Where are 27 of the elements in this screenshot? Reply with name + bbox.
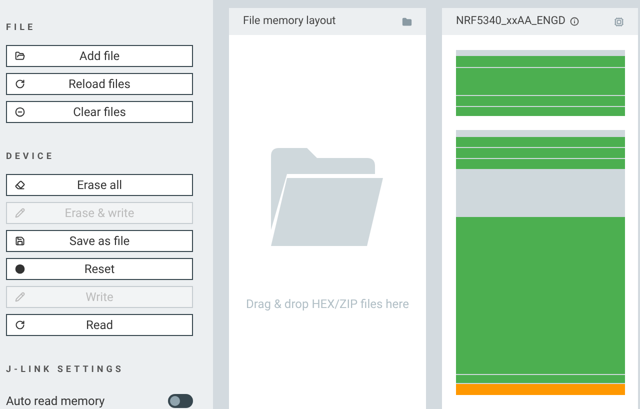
- section-heading: DEVICE: [6, 151, 56, 163]
- panel-title: File memory layout: [243, 13, 336, 30]
- refresh-icon: [15, 320, 25, 330]
- drop-hint: Drag & drop HEX/ZIP files here: [246, 296, 409, 313]
- minus-circle-icon: [15, 107, 25, 117]
- dot-icon: [15, 264, 25, 274]
- sidebar-button[interactable]: Add file: [6, 45, 193, 67]
- sidebar-button[interactable]: Reset: [6, 258, 193, 280]
- sidebar-button[interactable]: Read: [6, 314, 193, 336]
- refresh-icon: [15, 79, 25, 89]
- toggle-switch[interactable]: [168, 394, 193, 408]
- info-icon: [570, 17, 580, 26]
- chip-icon: [614, 16, 624, 26]
- sidebar-button[interactable]: Save as file: [6, 230, 193, 252]
- sidebar-button[interactable]: Clear files: [6, 101, 193, 123]
- eraser-icon: [15, 180, 25, 190]
- section-heading: FILE: [6, 22, 37, 34]
- sidebar-button[interactable]: Reload files: [6, 73, 193, 95]
- folder-icon: [270, 148, 384, 246]
- folder-icon: [15, 51, 25, 61]
- pencil-icon: [15, 292, 25, 302]
- pencil-icon: [15, 208, 25, 218]
- section-heading: J-LINK SETTINGS: [6, 364, 125, 376]
- toggle-label: Auto read memory: [6, 393, 105, 409]
- folder-icon: [402, 16, 412, 26]
- sidebar-button[interactable]: Erase all: [6, 174, 193, 196]
- panel-title: NRF5340_xxAA_ENGD: [456, 13, 566, 30]
